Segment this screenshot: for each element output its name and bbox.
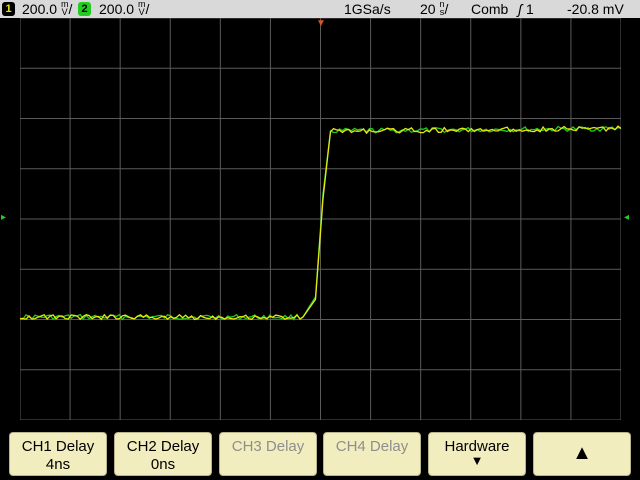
trigger-level[interactable]: -20.8 mV — [567, 0, 624, 18]
timebase-unit: ns — [439, 0, 445, 17]
trigger-source: 1 — [525, 1, 534, 17]
ch1-scale[interactable]: 200.0 m V/ — [22, 0, 72, 18]
ch2-scale-value: 200.0 — [99, 1, 135, 17]
softkey-ch3-delay[interactable]: CH3 Delay — [219, 432, 317, 476]
waveform-display[interactable] — [20, 18, 621, 420]
softkey-scroll-up[interactable]: ▲ — [533, 432, 631, 476]
ch1-scale-value: 200.0 — [22, 1, 58, 17]
softkey-ch1-delay[interactable]: CH1 Delay 4ns — [9, 432, 107, 476]
softkey-ch4-delay[interactable]: CH4 Delay — [323, 432, 421, 476]
unit-bottom: V — [138, 7, 145, 17]
ch1-badge[interactable]: 1 — [2, 2, 15, 16]
sample-rate: 1GSa/s — [344, 1, 391, 17]
softkey-label: CH4 Delay — [335, 438, 409, 455]
timebase[interactable]: 20 n s/ — [420, 0, 448, 18]
channel-ground-marker[interactable]: ▸ — [1, 212, 6, 223]
trigger-level-marker[interactable]: ◂ — [624, 212, 629, 223]
rising-edge-icon: ʃ — [518, 1, 523, 17]
softkey-label: CH3 Delay — [231, 438, 305, 455]
softkey-bar: CH1 Delay 4ns CH2 Delay 0ns CH3 Delay CH4 Del… — [0, 428, 640, 480]
trigger-info[interactable]: ʃ 1 — [518, 0, 534, 18]
softkey-value: 0ns — [150, 456, 176, 473]
unit-bottom: s — [439, 7, 445, 17]
acquisition-mode[interactable]: Comb — [471, 0, 508, 18]
softkey-label: CH2 Delay — [126, 438, 200, 455]
softkey-ch2-delay[interactable]: CH2 Delay 0ns — [114, 432, 212, 476]
status-bar: 1 200.0 m V/ 2 200.0 m V/ 1GSa/s 20 n s/ Co… — [0, 0, 640, 18]
ch1-scale-unit: mV — [61, 0, 69, 17]
ch2-badge[interactable]: 2 — [78, 2, 91, 16]
graticule — [20, 18, 621, 420]
softkey-hardware[interactable]: Hardware ▼ — [428, 432, 526, 476]
softkey-label: CH1 Delay — [21, 438, 95, 455]
ch2-scale[interactable]: 200.0 m V/ — [99, 0, 149, 18]
up-arrow-icon: ▲ — [572, 442, 592, 464]
down-arrow-icon: ▼ — [470, 453, 484, 468]
ch2-scale-unit: mV — [138, 0, 146, 17]
timebase-value: 20 — [420, 1, 436, 17]
softkey-value: 4ns — [45, 456, 71, 473]
trigger-position-marker[interactable]: ▼ — [316, 18, 326, 29]
unit-bottom: V — [61, 7, 68, 17]
